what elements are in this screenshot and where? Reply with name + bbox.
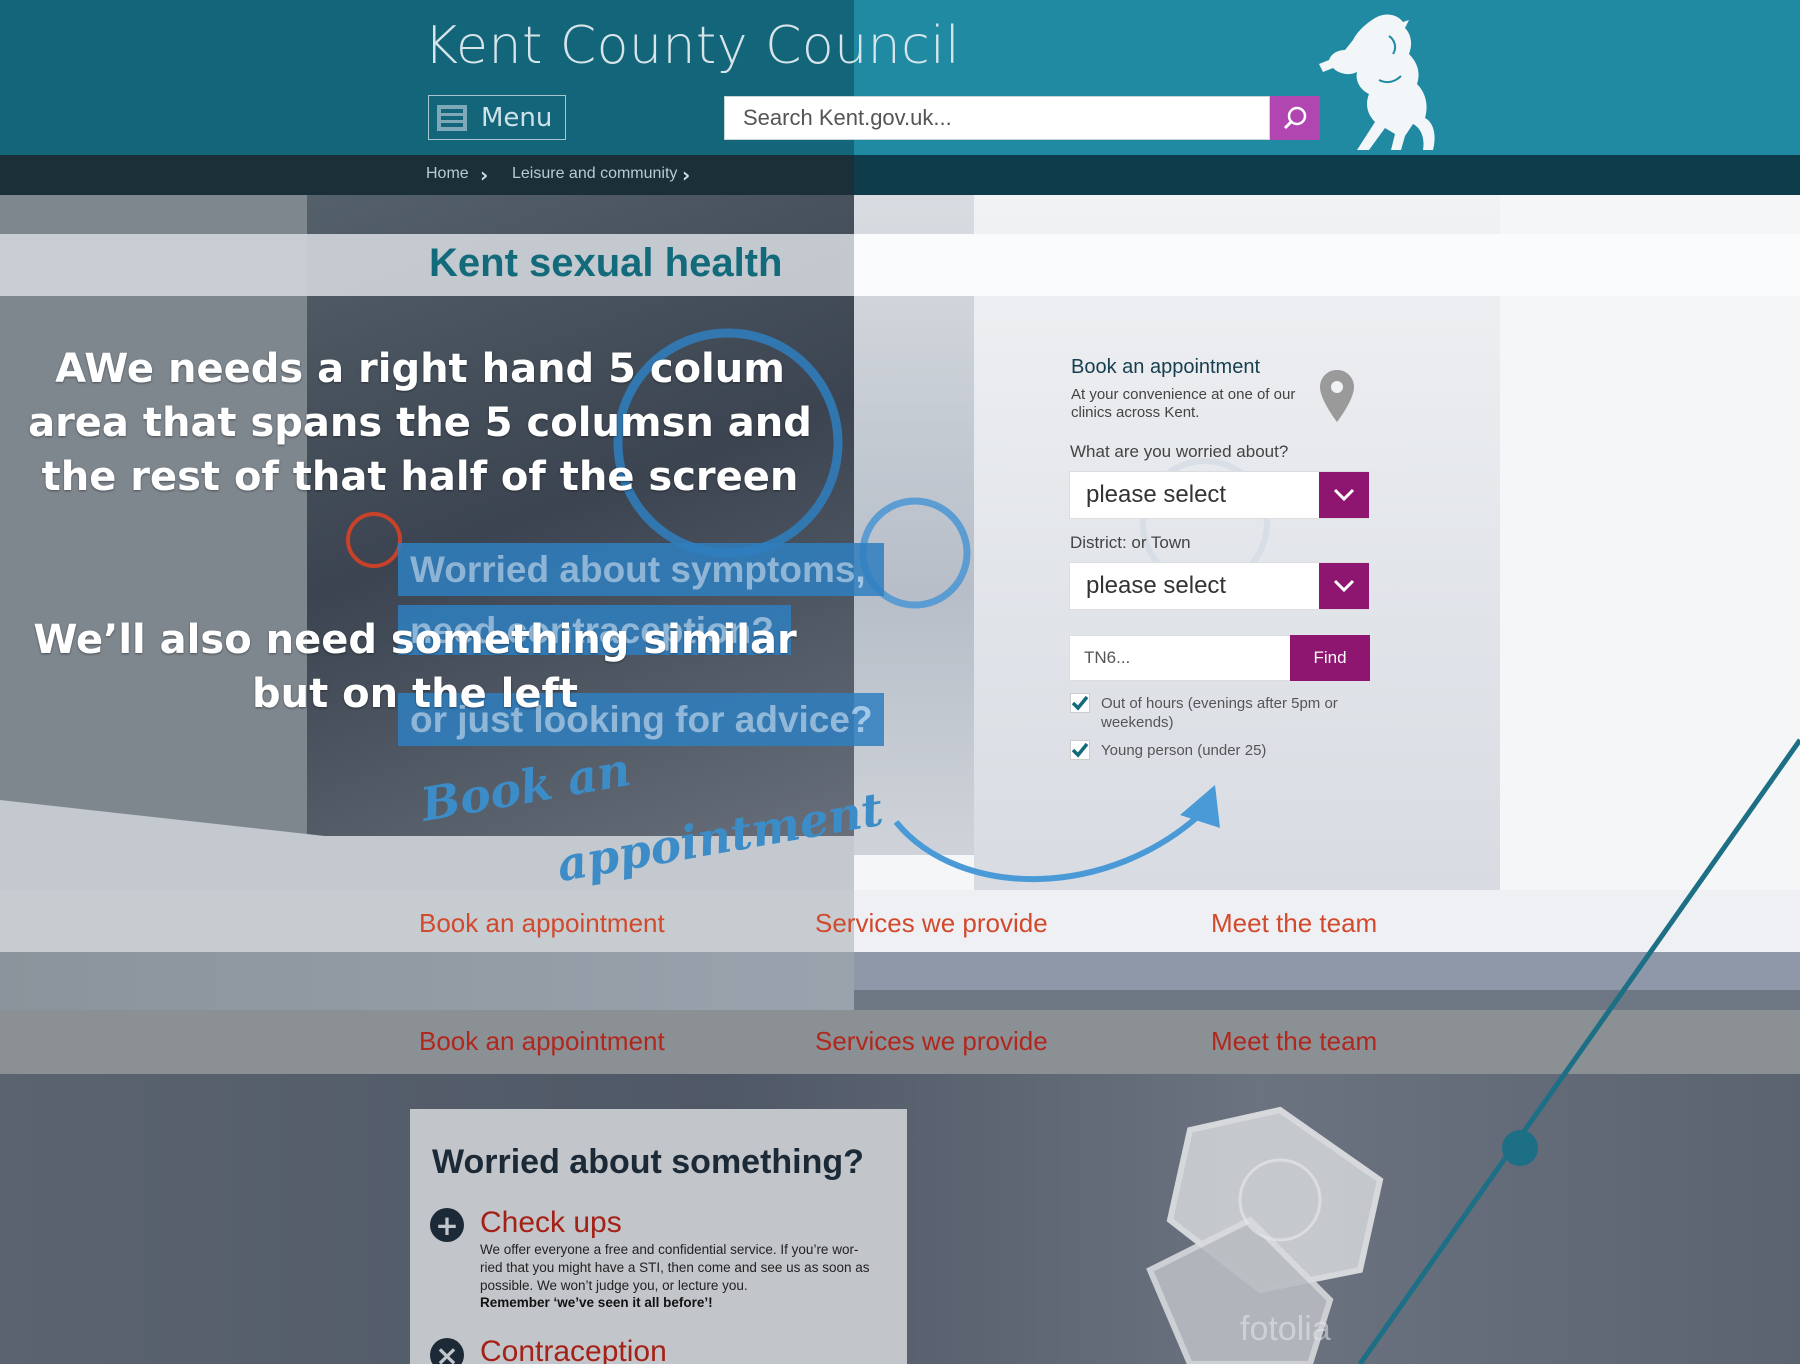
district-select-toggle[interactable] — [1319, 563, 1369, 609]
watermark-text: fotolia — [1240, 1310, 1331, 1348]
contraception-link[interactable]: Contraception — [480, 1335, 667, 1364]
worried-label: What are you worried about? — [1070, 442, 1289, 461]
close-circle-icon[interactable]: × — [430, 1338, 464, 1364]
district-select-value: please select — [1086, 572, 1227, 599]
worried-section-title: Worried about something? — [432, 1143, 864, 1181]
annotation-note-left: We’ll also need something similar but on… — [33, 617, 797, 717]
young-person-checkbox[interactable] — [1070, 740, 1090, 760]
nav-book-appointment[interactable]: Book an appointment — [419, 908, 665, 939]
nav-meet-team[interactable]: Meet the team — [1211, 908, 1377, 939]
district-label: District: or Town — [1070, 533, 1191, 552]
out-of-hours-checkbox[interactable] — [1070, 693, 1090, 713]
menu-label: Menu — [481, 102, 553, 133]
chevron-down-icon — [1333, 579, 1355, 593]
booking-subtitle: At your convenience at one of our clinic… — [1071, 386, 1296, 421]
annotation-note-right: AWe needs a right hand 5 colum area that… — [28, 346, 812, 500]
nav-book-appointment-secondary[interactable]: Book an appointment — [419, 1026, 665, 1057]
blurred-band — [0, 952, 854, 1010]
hero-promo-line: Worried about symptoms, — [398, 543, 884, 596]
nav-services-secondary[interactable]: Services we provide — [815, 1026, 1048, 1057]
search-field[interactable] — [724, 96, 1270, 140]
hero-street-photo — [974, 195, 1500, 890]
worried-select-toggle[interactable] — [1319, 472, 1369, 518]
page-title: Kent sexual health — [429, 241, 783, 285]
menu-button[interactable]: Menu — [428, 95, 566, 140]
search-input[interactable] — [743, 105, 1269, 131]
checkups-emphasis: Remember ‘we’ve seen it all before’! — [480, 1295, 713, 1310]
kent-horse-logo-icon — [1319, 14, 1435, 150]
checkups-link[interactable]: Check ups — [480, 1206, 622, 1240]
nav-bar-extension — [854, 952, 1800, 990]
condom-packets-image: fotolia — [1146, 1106, 1384, 1364]
hamburger-icon — [437, 104, 467, 131]
find-button[interactable]: Find — [1290, 635, 1370, 681]
checkups-text: We offer everyone a free and confidentia… — [480, 1242, 870, 1293]
breadcrumb-home[interactable]: Home — [426, 165, 469, 183]
young-person-label: Young person (under 25) — [1101, 742, 1267, 759]
chevron-right-icon: › — [682, 163, 691, 187]
plus-circle-icon[interactable]: + — [430, 1208, 464, 1242]
checkmark-icon — [1071, 742, 1089, 758]
worried-select-value: please select — [1086, 481, 1227, 508]
nav-meet-team-secondary[interactable]: Meet the team — [1211, 1026, 1377, 1057]
chevron-right-icon: › — [480, 163, 489, 187]
site-title[interactable]: Kent County Council — [424, 16, 960, 76]
map-pin-icon — [1320, 370, 1354, 422]
postcode-input[interactable] — [1084, 648, 1290, 668]
postcode-field[interactable] — [1069, 635, 1291, 681]
checkmark-icon — [1071, 695, 1089, 711]
out-of-hours-label: Out of hours (evenings after 5pm or week… — [1101, 695, 1338, 731]
title-strip-right — [854, 234, 1800, 296]
nav-services[interactable]: Services we provide — [815, 908, 1048, 939]
breadcrumb-leisure[interactable]: Leisure and community — [512, 165, 677, 183]
booking-title: Book an appointment — [1071, 356, 1261, 378]
chevron-down-icon — [1333, 488, 1355, 502]
